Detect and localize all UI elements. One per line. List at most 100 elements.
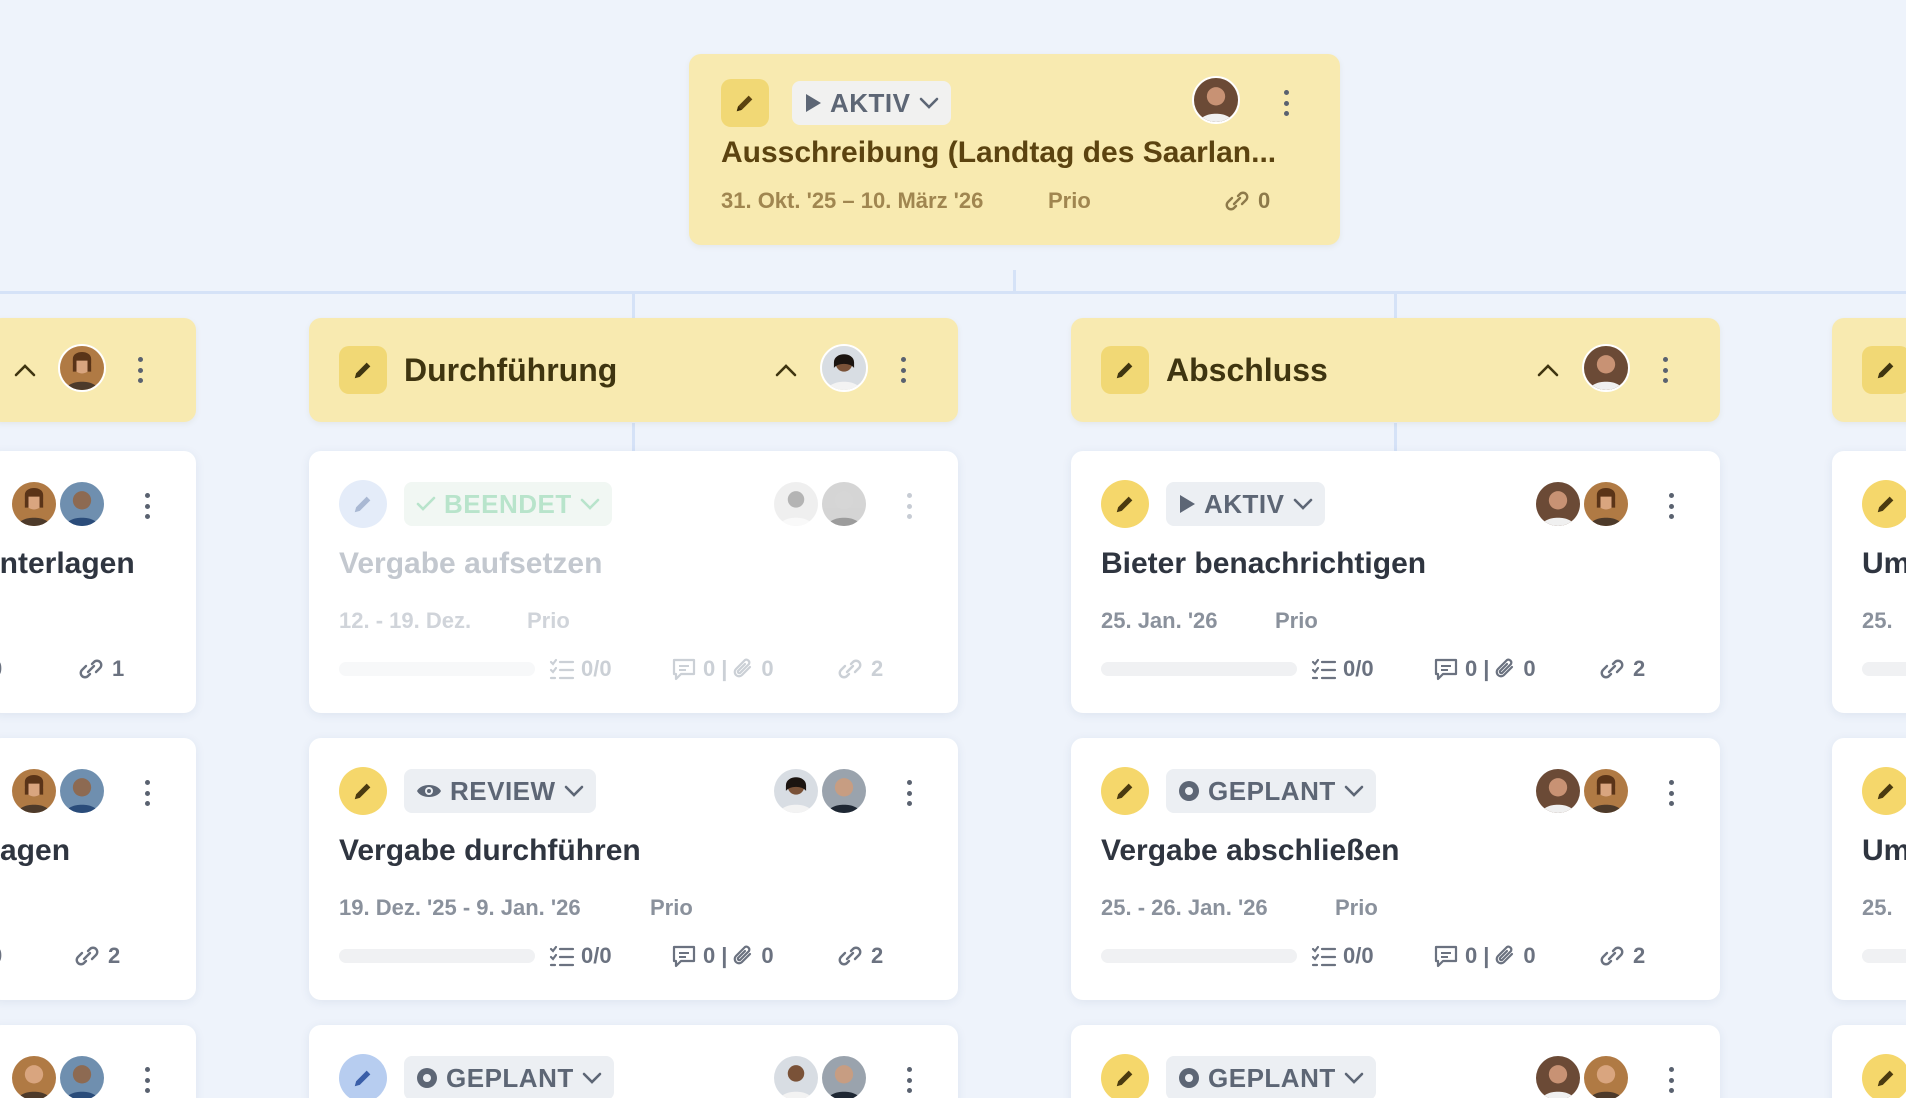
comments-count[interactable]: 0 | 0 [671, 943, 774, 969]
links-count[interactable]: 0 [1222, 188, 1270, 214]
task-priority[interactable]: Prio [1275, 608, 1318, 634]
task-title[interactable]: Bieter benachrichtigen [1101, 547, 1681, 581]
task-card[interactable]: BEENDET Vergabe aufsetzen 12. - 19. Dez.… [309, 451, 958, 713]
edit-button[interactable] [1101, 1054, 1149, 1098]
links-count[interactable]: 1 [76, 656, 124, 682]
more-menu-button[interactable] [1667, 1067, 1675, 1093]
phase-title[interactable]: Durchführung [404, 352, 617, 389]
chevron-up-icon[interactable] [1537, 363, 1559, 377]
edit-button[interactable] [1101, 346, 1149, 394]
phase-title[interactable]: Abschluss [1166, 352, 1328, 389]
avatar[interactable] [820, 1054, 868, 1098]
more-menu-button[interactable] [1667, 780, 1675, 806]
attachments-count[interactable]: 0 [0, 656, 2, 682]
links-count[interactable]: 2 [72, 943, 120, 969]
phase-header[interactable] [1832, 318, 1906, 422]
task-priority[interactable]: Prio [1048, 188, 1091, 214]
edit-button[interactable] [339, 346, 387, 394]
status-dropdown[interactable]: GEPLANT [404, 1056, 614, 1098]
task-card[interactable]: GEPLANT [1071, 1025, 1720, 1098]
edit-button[interactable] [1862, 480, 1906, 528]
more-menu-button[interactable] [1661, 357, 1669, 383]
edit-button[interactable] [721, 79, 769, 127]
task-card[interactable]: Um 25. [1832, 738, 1906, 1000]
checklist-count[interactable]: 0/0 [1311, 656, 1374, 682]
task-title[interactable]: agen [0, 834, 180, 868]
more-menu-button[interactable] [143, 1067, 151, 1093]
avatar[interactable] [1582, 767, 1630, 815]
checklist-count[interactable]: 0/0 [549, 943, 612, 969]
edit-button[interactable] [1862, 346, 1906, 394]
checklist-count[interactable]: 0/0 [1311, 943, 1374, 969]
comments-count[interactable]: 0 | 0 [1433, 656, 1536, 682]
avatar[interactable] [10, 480, 58, 528]
avatar[interactable] [1192, 76, 1240, 124]
status-dropdown[interactable]: REVIEW [404, 769, 596, 813]
task-card[interactable]: agen 0 2 [0, 738, 196, 1000]
avatar[interactable] [772, 480, 820, 528]
task-priority[interactable]: Prio [527, 608, 570, 634]
comments-count[interactable]: 0 | 0 [671, 656, 774, 682]
checklist-count[interactable]: 0/0 [549, 656, 612, 682]
edit-button[interactable] [1862, 767, 1906, 815]
edit-button[interactable] [1101, 767, 1149, 815]
avatar[interactable] [820, 344, 868, 392]
phase-header[interactable]: Abschluss [1071, 318, 1720, 422]
avatar[interactable] [58, 480, 106, 528]
task-title[interactable]: Um [1862, 834, 1906, 868]
task-card[interactable] [1832, 1025, 1906, 1098]
phase-header[interactable] [0, 318, 196, 422]
avatar[interactable] [1534, 1054, 1582, 1098]
task-priority[interactable]: Prio [1335, 895, 1378, 921]
comments-count[interactable]: 0 | 0 [1433, 943, 1536, 969]
task-title[interactable]: Vergabe aufsetzen [339, 547, 919, 581]
status-dropdown[interactable]: GEPLANT [1166, 1056, 1376, 1098]
attachments-count[interactable]: 0 [0, 943, 2, 969]
more-menu-button[interactable] [899, 357, 907, 383]
more-menu-button[interactable] [905, 1067, 913, 1093]
links-count[interactable]: 2 [1597, 656, 1645, 682]
task-card[interactable]: AKTIV Bieter benachrichtigen 25. Jan. '2… [1071, 451, 1720, 713]
more-menu-button[interactable] [905, 493, 913, 519]
avatar[interactable] [1582, 1054, 1630, 1098]
links-count[interactable]: 2 [835, 656, 883, 682]
status-dropdown[interactable]: AKTIV [792, 81, 951, 125]
chevron-up-icon[interactable] [775, 363, 797, 377]
task-title[interactable]: Vergabe abschließen [1101, 834, 1681, 868]
more-menu-button[interactable] [143, 780, 151, 806]
task-title[interactable]: Ausschreibung (Landtag des Saarlan... [721, 136, 1311, 170]
more-menu-button[interactable] [143, 493, 151, 519]
avatar[interactable] [820, 480, 868, 528]
status-dropdown[interactable]: BEENDET [404, 482, 612, 526]
chevron-up-icon[interactable] [14, 363, 36, 377]
task-title[interactable]: Um [1862, 547, 1906, 581]
links-count[interactable]: 2 [1597, 943, 1645, 969]
edit-button[interactable] [339, 767, 387, 815]
task-priority[interactable]: Prio [650, 895, 693, 921]
avatar[interactable] [10, 1054, 58, 1098]
avatar[interactable] [58, 767, 106, 815]
avatar[interactable] [1534, 767, 1582, 815]
more-menu-button[interactable] [905, 780, 913, 806]
task-card[interactable]: GEPLANT [309, 1025, 958, 1098]
phase-header[interactable]: Durchführung [309, 318, 958, 422]
avatar[interactable] [772, 1054, 820, 1098]
avatar[interactable] [10, 767, 58, 815]
avatar[interactable] [1534, 480, 1582, 528]
task-card[interactable]: Um 25. [1832, 451, 1906, 713]
task-card[interactable] [0, 1025, 196, 1098]
edit-button[interactable] [1862, 1054, 1906, 1098]
avatar[interactable] [58, 1054, 106, 1098]
links-count[interactable]: 2 [835, 943, 883, 969]
avatar[interactable] [58, 344, 106, 392]
edit-button[interactable] [339, 480, 387, 528]
more-menu-button[interactable] [136, 357, 144, 383]
status-dropdown[interactable]: AKTIV [1166, 482, 1325, 526]
task-card[interactable]: Unterlagen 0 1 [0, 451, 196, 713]
task-title[interactable]: Vergabe durchführen [339, 834, 919, 868]
more-menu-button[interactable] [1282, 90, 1290, 116]
edit-button[interactable] [339, 1054, 387, 1098]
avatar[interactable] [772, 767, 820, 815]
avatar[interactable] [1582, 480, 1630, 528]
task-card[interactable]: REVIEW Vergabe durchführen 19. Dez. '25 … [309, 738, 958, 1000]
